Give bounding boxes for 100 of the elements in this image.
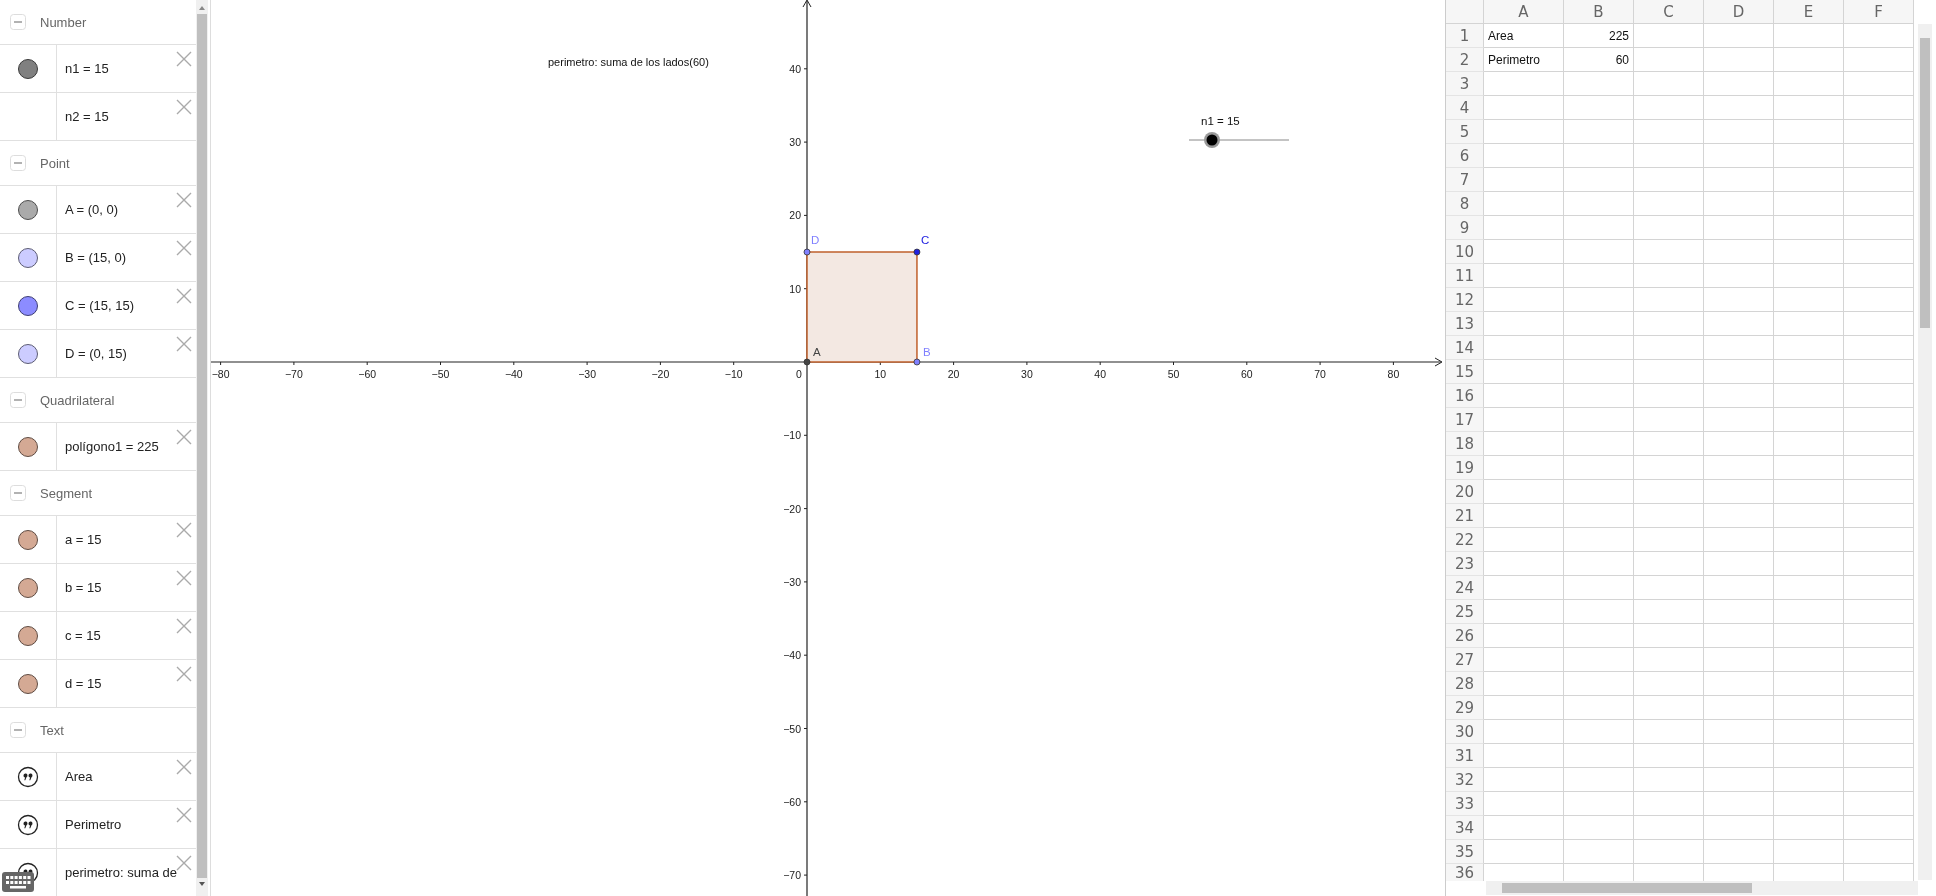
- empty-cell[interactable]: [1634, 528, 1704, 552]
- algebra-value[interactable]: C = (15, 15): [65, 298, 134, 313]
- row-header[interactable]: 19: [1446, 456, 1484, 480]
- empty-cell[interactable]: [1844, 240, 1914, 264]
- empty-cell[interactable]: [1844, 672, 1914, 696]
- row-header[interactable]: 20: [1446, 480, 1484, 504]
- empty-cell[interactable]: [1844, 216, 1914, 240]
- empty-cell[interactable]: [1564, 192, 1634, 216]
- row-header[interactable]: 1: [1446, 24, 1484, 48]
- empty-cell[interactable]: [1774, 840, 1844, 864]
- empty-cell[interactable]: [1774, 240, 1844, 264]
- empty-cell[interactable]: [1634, 96, 1704, 120]
- empty-cell[interactable]: [1634, 48, 1704, 72]
- empty-cell[interactable]: [1564, 456, 1634, 480]
- empty-cell[interactable]: [1704, 816, 1774, 840]
- empty-cell[interactable]: [1844, 528, 1914, 552]
- row-header[interactable]: 25: [1446, 600, 1484, 624]
- dot-icon[interactable]: [17, 624, 39, 647]
- empty-cell[interactable]: [1564, 624, 1634, 648]
- row-header[interactable]: 15: [1446, 360, 1484, 384]
- empty-cell[interactable]: [1774, 48, 1844, 72]
- algebra-value[interactable]: a = 15: [65, 532, 102, 547]
- empty-cell[interactable]: [1844, 48, 1914, 72]
- empty-cell[interactable]: [1704, 168, 1774, 192]
- empty-cell[interactable]: [1564, 528, 1634, 552]
- empty-cell[interactable]: [1704, 720, 1774, 744]
- row-header[interactable]: 33: [1446, 792, 1484, 816]
- dot-icon[interactable]: [17, 672, 39, 695]
- empty-cell[interactable]: [1774, 792, 1844, 816]
- row-header[interactable]: 6: [1446, 144, 1484, 168]
- row-header[interactable]: 22: [1446, 528, 1484, 552]
- point-marker[interactable]: [803, 248, 811, 256]
- row-header[interactable]: 18: [1446, 432, 1484, 456]
- row-header[interactable]: 35: [1446, 840, 1484, 864]
- row-header[interactable]: 11: [1446, 264, 1484, 288]
- empty-cell[interactable]: [1704, 672, 1774, 696]
- empty-cell[interactable]: [1774, 24, 1844, 48]
- empty-cell[interactable]: [1704, 96, 1774, 120]
- close-icon[interactable]: [176, 855, 192, 871]
- empty-cell[interactable]: [1704, 312, 1774, 336]
- empty-cell[interactable]: [1564, 168, 1634, 192]
- empty-cell[interactable]: [1844, 840, 1914, 864]
- empty-cell[interactable]: [1844, 624, 1914, 648]
- close-icon[interactable]: [176, 51, 192, 67]
- empty-cell[interactable]: [1634, 672, 1704, 696]
- empty-cell[interactable]: [1564, 600, 1634, 624]
- empty-cell[interactable]: [1774, 456, 1844, 480]
- empty-cell[interactable]: [1704, 72, 1774, 96]
- empty-cell[interactable]: [1564, 240, 1634, 264]
- row-header[interactable]: 8: [1446, 192, 1484, 216]
- scrollbar-thumb[interactable]: [1920, 38, 1930, 328]
- row-header[interactable]: 31: [1446, 744, 1484, 768]
- algebra-value[interactable]: d = 15: [65, 676, 102, 691]
- empty-cell[interactable]: [1844, 72, 1914, 96]
- column-header[interactable]: D: [1704, 0, 1774, 24]
- empty-cell[interactable]: [1704, 576, 1774, 600]
- dot-icon[interactable]: [17, 576, 39, 599]
- dot-icon[interactable]: [17, 198, 39, 221]
- empty-cell[interactable]: [1774, 744, 1844, 768]
- algebra-value[interactable]: A = (0, 0): [65, 202, 119, 217]
- close-icon[interactable]: [176, 618, 192, 634]
- empty-cell[interactable]: [1844, 312, 1914, 336]
- empty-cell[interactable]: [1774, 696, 1844, 720]
- empty-cell[interactable]: [1564, 744, 1634, 768]
- close-icon[interactable]: [176, 99, 192, 115]
- empty-cell[interactable]: [1774, 408, 1844, 432]
- empty-cell[interactable]: [1564, 312, 1634, 336]
- empty-cell[interactable]: [1704, 648, 1774, 672]
- empty-cell[interactable]: [1564, 336, 1634, 360]
- empty-cell[interactable]: [1634, 336, 1704, 360]
- empty-cell[interactable]: [1774, 480, 1844, 504]
- algebra-value[interactable]: D = (0, 15): [65, 346, 127, 361]
- keyboard-icon[interactable]: [2, 872, 34, 892]
- close-icon[interactable]: [176, 807, 192, 823]
- empty-cell[interactable]: [1704, 288, 1774, 312]
- empty-cell[interactable]: [1844, 120, 1914, 144]
- empty-cell[interactable]: [1564, 840, 1634, 864]
- column-header[interactable]: A: [1484, 0, 1564, 24]
- empty-cell[interactable]: [1774, 360, 1844, 384]
- empty-cell[interactable]: [1564, 504, 1634, 528]
- empty-cell[interactable]: [1774, 576, 1844, 600]
- empty-cell[interactable]: [1774, 624, 1844, 648]
- dot-icon[interactable]: [17, 342, 39, 365]
- select-all-corner[interactable]: [1446, 0, 1484, 24]
- empty-cell[interactable]: [1634, 216, 1704, 240]
- empty-cell[interactable]: [1634, 288, 1704, 312]
- empty-cell[interactable]: [1774, 120, 1844, 144]
- empty-cell[interactable]: [1704, 528, 1774, 552]
- row-header[interactable]: 9: [1446, 216, 1484, 240]
- algebra-value[interactable]: Perimetro: [65, 817, 122, 832]
- empty-cell[interactable]: [1634, 504, 1704, 528]
- empty-cell[interactable]: [1704, 144, 1774, 168]
- collapse-icon[interactable]: [10, 155, 26, 171]
- empty-cell[interactable]: [1844, 360, 1914, 384]
- empty-cell[interactable]: [1844, 792, 1914, 816]
- empty-cell[interactable]: [1844, 336, 1914, 360]
- row-header[interactable]: 10: [1446, 240, 1484, 264]
- empty-cell[interactable]: [1774, 264, 1844, 288]
- empty-cell[interactable]: [1704, 696, 1774, 720]
- scrollbar-thumb[interactable]: [1502, 883, 1752, 893]
